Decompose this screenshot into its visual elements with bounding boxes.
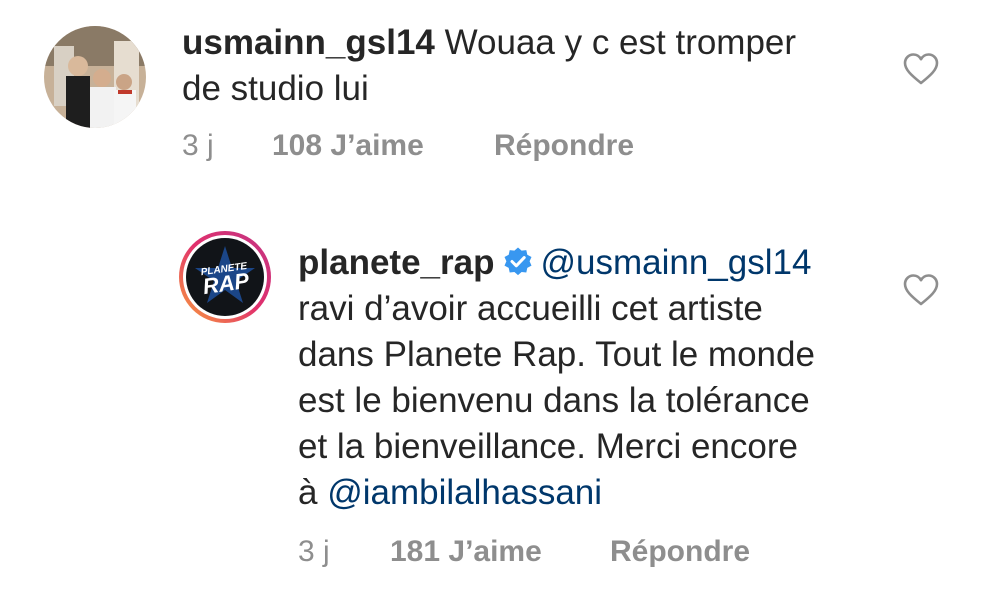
avatar[interactable]: PLANETE RAP [178,230,272,324]
verified-badge-icon [504,247,532,276]
comment-meta: 3 j 181 J’aime Répondre [298,534,798,570]
comment-username[interactable]: planete_rap [298,243,494,282]
user-photo-avatar [44,26,146,128]
comment-text: Wouaa y c est tromper [434,23,797,62]
reply-button[interactable]: Répondre [494,128,634,164]
comment-meta: 3 j 108 J’aime Répondre [182,128,682,164]
mention-link[interactable]: @iambilalhassani [327,473,602,512]
heart-outline-icon[interactable] [903,273,939,307]
mention-link[interactable]: @usmainn_gsl14 [540,243,811,282]
comment-time: 3 j [298,535,330,568]
comment-time: 3 j [182,129,214,162]
comment-body: planete_rap @usmainn_gsl14 ravi d’avoir a… [298,240,918,516]
comment-text-line: ravi d’avoir accueilli cet artiste [298,289,763,328]
reply-button[interactable]: Répondre [610,534,750,570]
comment-text-line: est le bienvenu dans la tolérance [298,381,810,420]
comment-text-line: dans Planete Rap. Tout le monde [298,335,815,374]
likes-count-button[interactable]: 181 J’aime [390,534,542,570]
comment-text-line: à [298,473,328,512]
planete-rap-logo-avatar: PLANETE RAP [179,231,271,323]
avatar[interactable] [44,26,146,128]
comment-body: usmainn_gsl14 Wouaa y c est tromper de s… [182,20,902,112]
comment-text-line2: de studio lui [182,69,369,108]
comment-text-line: et la bienveillance. Merci encore [298,427,798,466]
heart-outline-icon[interactable] [903,52,939,86]
likes-count-button[interactable]: 108 J’aime [272,128,424,164]
comment-username[interactable]: usmainn_gsl14 [182,23,435,62]
